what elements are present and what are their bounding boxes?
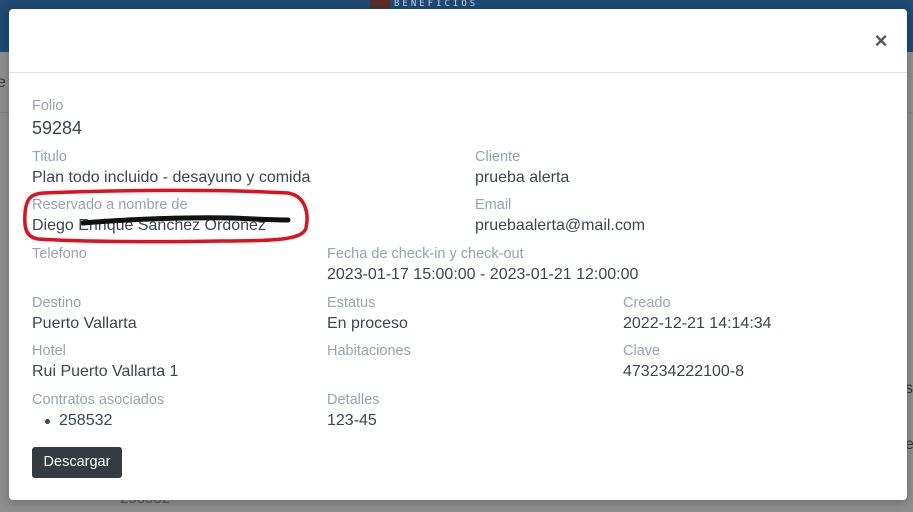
destino-value: Puerto Vallarta [32, 315, 137, 332]
field-label: Reservado a nombre de [32, 197, 188, 213]
field-label: Folio [32, 98, 64, 114]
field-label: Destino [32, 295, 82, 311]
detalles-value: 123-45 [327, 412, 377, 429]
field-estatus: Estatus En proceso [327, 294, 408, 335]
field-label: Titulo [32, 149, 67, 165]
field-titulo: Titulo Plan todo incluido - desayuno y c… [32, 148, 310, 189]
field-label: Estatus [327, 295, 376, 311]
field-destino: Destino Puerto Vallarta [32, 294, 137, 335]
field-clave: Clave 473234222100-8 [623, 342, 744, 383]
logo-mark-icon [370, 0, 390, 8]
creado-value: 2022-12-21 14:14:34 [623, 315, 772, 332]
background-logo-text: BENEFICIOS [394, 0, 479, 8]
fechas-value: 2023-01-17 15:00:00 - 2023-01-21 12:00:0… [327, 266, 639, 283]
field-label: Fecha de check-in y check-out [327, 246, 524, 262]
field-label: Hotel [32, 343, 66, 359]
field-label: Clave [623, 343, 661, 359]
background-text-fragment: e [0, 74, 6, 91]
field-label: Contratos asociados [32, 392, 165, 408]
folio-value: 59284 [32, 118, 83, 138]
field-label: Habitaciones [327, 343, 411, 359]
field-fechas: Fecha de check-in y check-out 2023-01-17… [327, 245, 638, 286]
cliente-value: prueba alerta [475, 169, 570, 186]
reservado-value: Diego Enrique Sanchez Ordoñez [32, 217, 266, 234]
list-item: 258532 [44, 411, 164, 431]
field-habitaciones: Habitaciones [327, 342, 411, 361]
field-cliente: Cliente prueba alerta [475, 148, 569, 189]
field-label: Creado [623, 295, 671, 311]
download-button[interactable]: Descargar [32, 447, 122, 478]
field-reservado: Reservado a nombre de Diego Enrique Sanc… [32, 196, 266, 237]
field-label: Detalles [327, 392, 380, 408]
field-hotel: Hotel Rui Puerto Vallarta 1 [32, 342, 178, 383]
clave-value: 473234222100-8 [623, 363, 745, 380]
close-icon[interactable]: × [871, 29, 891, 53]
field-email: Email pruebaalerta@mail.com [475, 196, 645, 237]
contracts-list: 258532 [32, 411, 164, 431]
email-value: pruebaalerta@mail.com [475, 217, 646, 234]
estatus-value: En proceso [327, 315, 408, 332]
field-contratos: Contratos asociados 258532 [32, 391, 164, 431]
background-logo: BENEFICIOS [370, 0, 515, 8]
modal-header: × [9, 9, 907, 73]
field-label: Email [475, 197, 512, 213]
field-folio: Folio 59284 [32, 97, 82, 140]
field-telefono: Telefono [32, 245, 87, 264]
reservation-details-modal: × Folio 59284 Titulo Plan todo incluido … [9, 9, 907, 500]
field-detalles: Detalles 123-45 [327, 391, 379, 432]
titulo-value: Plan todo incluido - desayuno y comida [32, 169, 311, 186]
field-label: Telefono [32, 246, 87, 262]
hotel-value: Rui Puerto Vallarta 1 [32, 363, 179, 380]
field-label: Cliente [475, 149, 521, 165]
field-creado: Creado 2022-12-21 14:14:34 [623, 294, 772, 335]
